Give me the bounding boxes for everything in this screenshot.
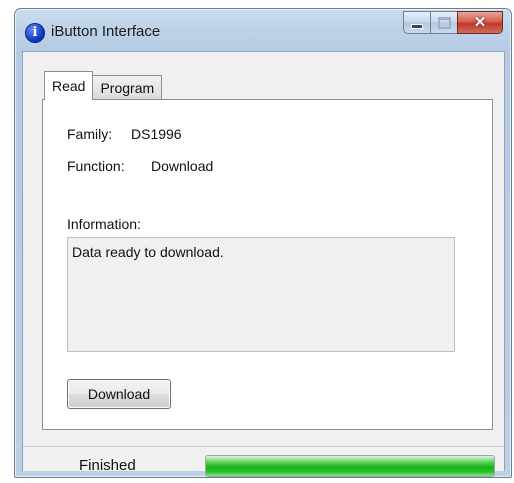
progress-fill — [206, 456, 494, 476]
tab-read[interactable]: Read — [44, 71, 94, 100]
window-title: iButton Interface — [51, 23, 161, 40]
minimize-icon — [411, 24, 423, 29]
info-icon: i — [25, 23, 45, 43]
title-bar[interactable]: i iButton Interface ✕ — [15, 9, 511, 51]
progress-bar — [205, 455, 495, 477]
function-value: Download — [151, 158, 214, 174]
information-label: Information: — [67, 216, 141, 232]
function-label: Function: — [67, 158, 125, 174]
close-icon: ✕ — [473, 14, 487, 31]
tab-program[interactable]: Program — [92, 75, 163, 100]
maximize-button[interactable] — [430, 11, 457, 34]
client-area: Read Program Family: DS1996 Function: Do… — [22, 51, 505, 477]
tab-strip: Read Program — [44, 71, 163, 100]
download-button[interactable]: Download — [67, 379, 171, 409]
status-bar: Finished — [23, 446, 504, 477]
minimize-button[interactable] — [403, 11, 430, 34]
app-window: i iButton Interface ✕ Read Program Famil… — [14, 8, 512, 478]
information-textbox[interactable]: Data ready to download. — [67, 237, 455, 352]
status-text: Finished — [79, 457, 136, 474]
maximize-icon — [437, 16, 451, 29]
family-value: DS1996 — [131, 126, 182, 142]
caption-buttons: ✕ — [403, 11, 503, 34]
close-button[interactable]: ✕ — [457, 11, 503, 34]
read-tab-panel: Family: DS1996 Function: Download Inform… — [42, 99, 493, 430]
family-label: Family: — [67, 126, 113, 142]
